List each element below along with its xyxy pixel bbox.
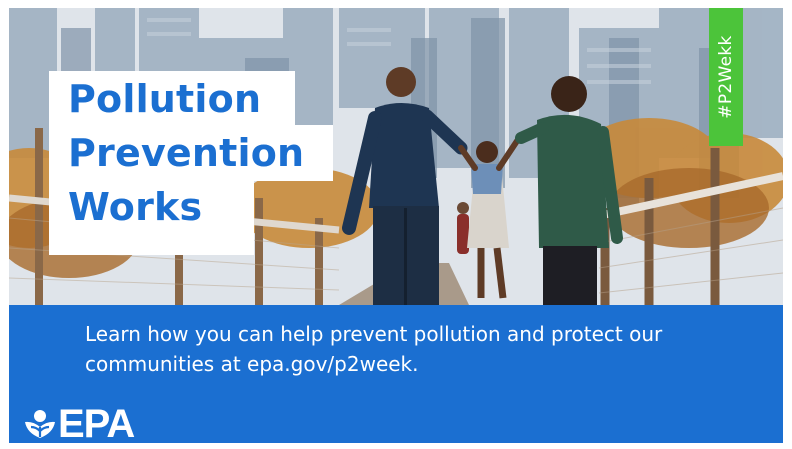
title-line-2: Prevention <box>49 125 333 181</box>
epa-logo: EPA <box>23 402 135 443</box>
epa-logo-text: EPA <box>58 402 135 443</box>
hashtag-text: #P2Wekk <box>716 35 736 119</box>
title-line-3: Works <box>49 178 254 255</box>
p2-week-banner: Pollution Prevention Works #P2Wekk Learn… <box>9 8 783 443</box>
hashtag-badge: #P2Wekk <box>709 8 743 146</box>
title-line-1: Pollution <box>49 71 295 127</box>
epa-flower-icon <box>25 410 55 438</box>
message-text: Learn how you can help prevent pollution… <box>85 322 663 376</box>
message-band: Learn how you can help prevent pollution… <box>9 305 783 443</box>
